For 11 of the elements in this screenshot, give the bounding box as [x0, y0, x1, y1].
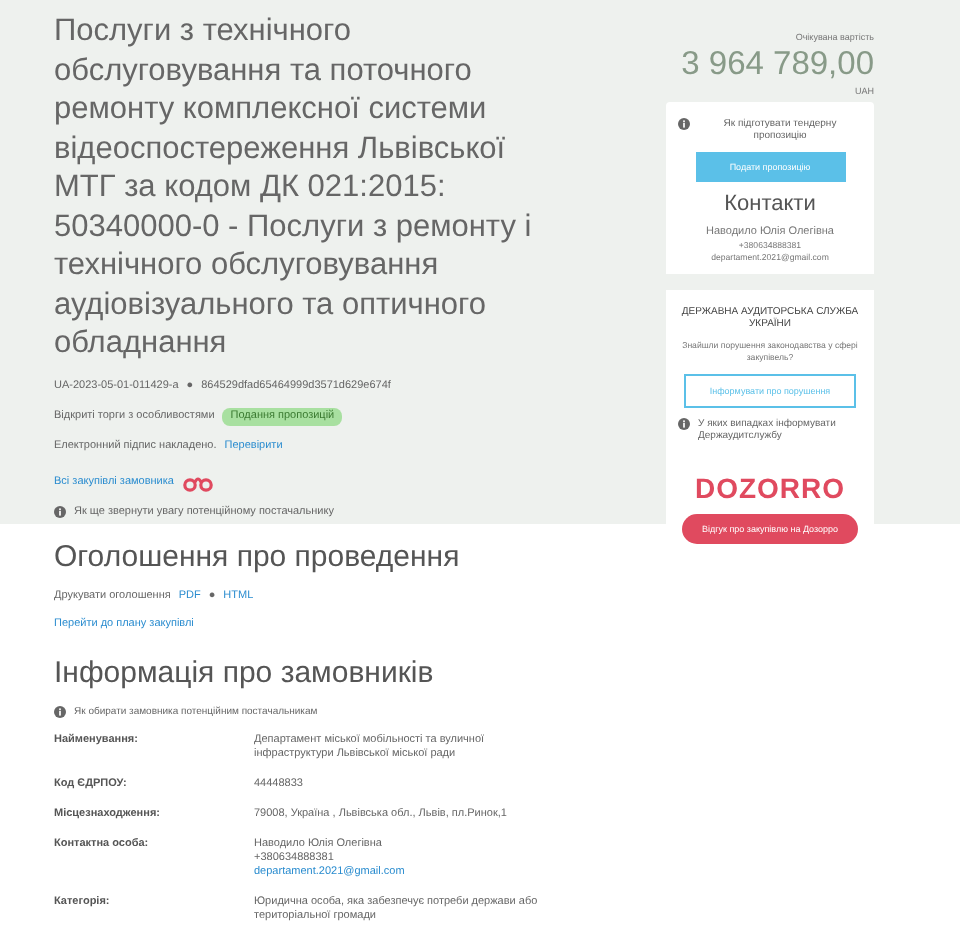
- section-heading: Інформація про замовників: [54, 655, 436, 689]
- tender-title: Послуги з технічного обслуговування та поточного ремонту комплексної системи відеоспостереження Львівської МТГ за кодом ДК 021:2015: 50340000-0 - Послуги з ремонту і технічного обслуговування аудіовізуального та оптичного обладнання: [54, 12, 534, 363]
- section-heading: Оголошення про проведення: [54, 539, 462, 573]
- price-amount: 3 964 789,00: [679, 44, 874, 86]
- info-icon: [54, 705, 66, 717]
- info-icon: [678, 118, 690, 130]
- contacts-title: Контакти: [724, 192, 816, 216]
- dozorro-logo: DOZORRO: [694, 472, 846, 504]
- info-icon: [678, 418, 690, 430]
- info-icon: [54, 506, 66, 518]
- glasses-icon: [181, 473, 214, 491]
